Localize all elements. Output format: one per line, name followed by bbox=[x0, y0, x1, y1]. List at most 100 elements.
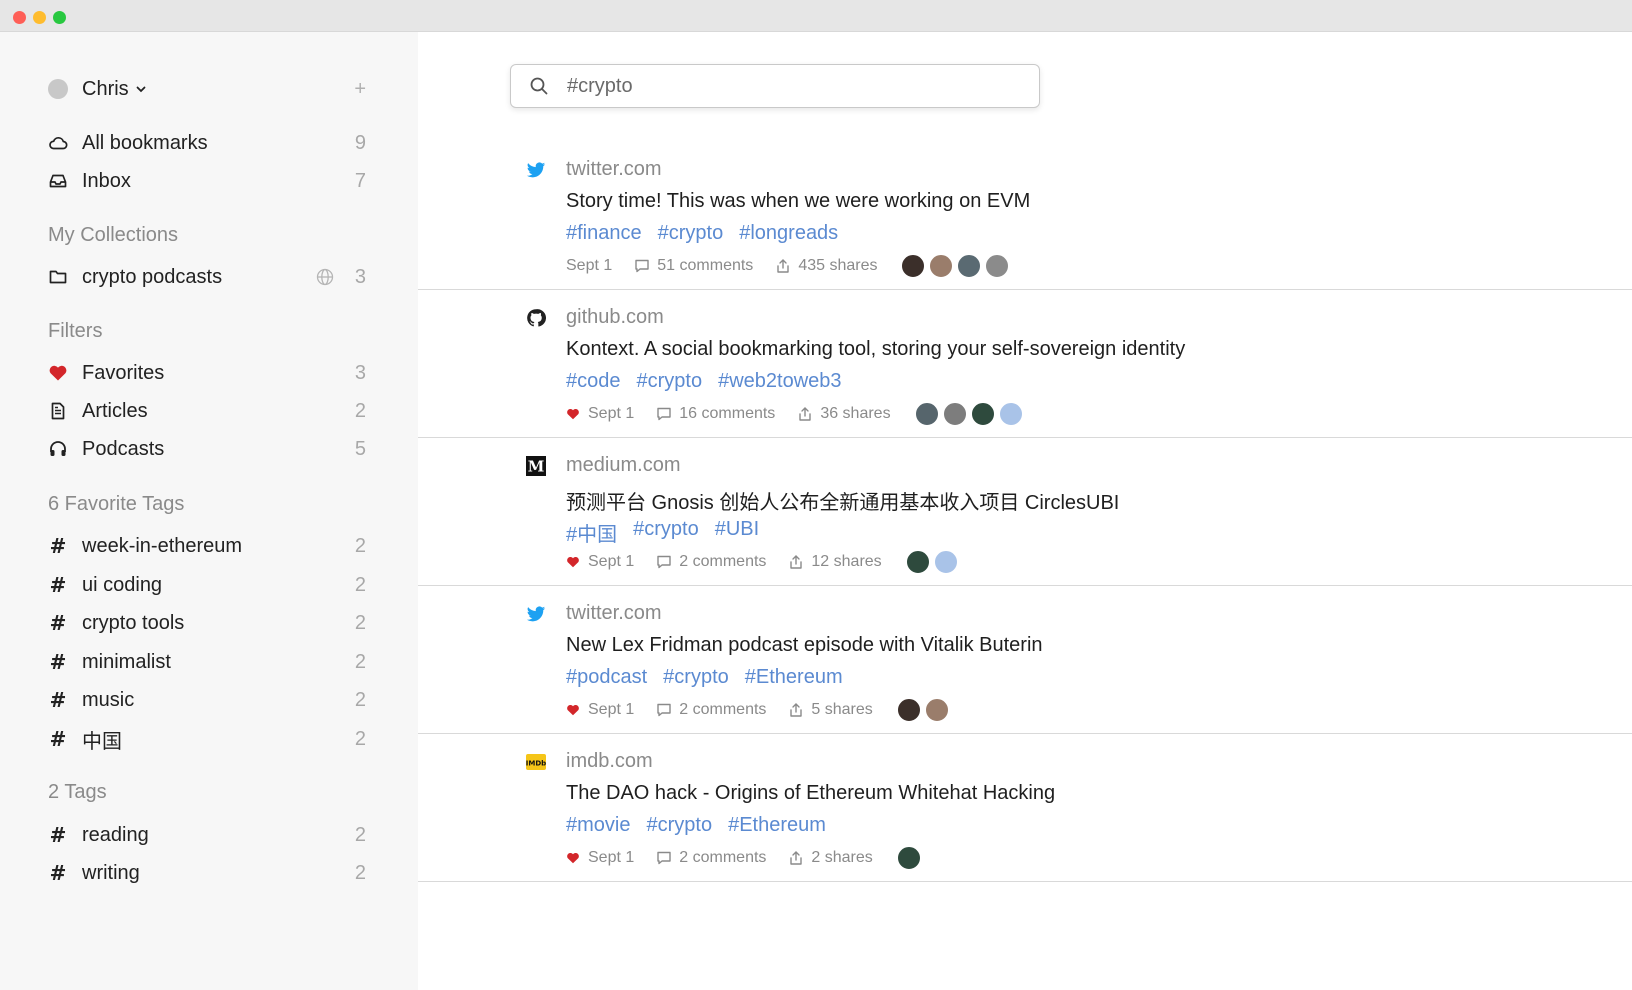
tag-link[interactable]: #中国 bbox=[566, 518, 617, 547]
bookmark-item[interactable]: M medium.com 预测平台 Gnosis 创始人公布全新通用基本收入项目… bbox=[418, 432, 1632, 586]
avatar[interactable] bbox=[998, 402, 1023, 426]
bookmark-title[interactable]: Story time! This was when we were workin… bbox=[566, 190, 1030, 213]
avatar[interactable] bbox=[905, 550, 930, 574]
avatar[interactable] bbox=[896, 698, 921, 722]
avatar-group bbox=[914, 402, 1023, 426]
bookmark-title[interactable]: New Lex Fridman podcast episode with Vit… bbox=[566, 634, 1043, 657]
tag-list: #podcast #crypto #Ethereum bbox=[566, 666, 843, 689]
bookmark-meta: Sept 1 2 comments 5 shares bbox=[566, 698, 949, 722]
shares-link[interactable]: 2 shares bbox=[811, 849, 872, 867]
bookmark-title[interactable]: The DAO hack - Origins of Ethereum White… bbox=[566, 782, 1055, 805]
shares-link[interactable]: 5 shares bbox=[811, 701, 872, 719]
hashtag-icon: # bbox=[49, 611, 67, 635]
sidebar-item-articles[interactable]: Articles 2 bbox=[48, 394, 366, 428]
bookmark-title[interactable]: Kontext. A social bookmarking tool, stor… bbox=[566, 338, 1185, 361]
bookmark-domain[interactable]: twitter.com bbox=[566, 602, 662, 625]
sidebar-item-tag[interactable]: # week-in-ethereum 2 bbox=[48, 529, 366, 563]
avatar[interactable] bbox=[957, 254, 982, 278]
avatar[interactable] bbox=[970, 402, 995, 426]
sidebar-item-tag[interactable]: # reading 2 bbox=[48, 818, 366, 852]
favorite-tags-heading: 6 Favorite Tags bbox=[48, 493, 185, 515]
sidebar-item-tag[interactable]: # crypto tools 2 bbox=[48, 606, 366, 640]
tag-link[interactable]: #UBI bbox=[715, 518, 759, 547]
tag-link[interactable]: #Ethereum bbox=[745, 666, 843, 689]
tag-link[interactable]: #Ethereum bbox=[728, 814, 826, 837]
document-icon bbox=[48, 401, 68, 421]
sidebar-item-tag[interactable]: # ui coding 2 bbox=[48, 568, 366, 602]
avatar[interactable] bbox=[914, 402, 939, 426]
bookmark-item[interactable]: github.com Kontext. A social bookmarking… bbox=[418, 284, 1632, 438]
sidebar-item-favorites[interactable]: Favorites 3 bbox=[48, 356, 366, 390]
tag-link[interactable]: #podcast bbox=[566, 666, 647, 689]
comments-link[interactable]: 51 comments bbox=[657, 257, 753, 275]
tag-link[interactable]: #web2toweb3 bbox=[718, 370, 841, 393]
sidebar-item-tag[interactable]: # music 2 bbox=[48, 683, 366, 717]
avatar[interactable] bbox=[901, 254, 926, 278]
sidebar-item-tag[interactable]: # 中国 2 bbox=[48, 722, 366, 756]
heart-icon[interactable] bbox=[566, 703, 580, 717]
bookmark-item[interactable]: IMDb imdb.com The DAO hack - Origins of … bbox=[418, 728, 1632, 882]
shares-link[interactable]: 435 shares bbox=[798, 257, 877, 275]
share-icon bbox=[788, 554, 804, 570]
bookmark-item[interactable]: twitter.com Story time! This was when we… bbox=[418, 136, 1632, 290]
tag-link[interactable]: #code bbox=[566, 370, 621, 393]
minimize-window-button[interactable] bbox=[33, 11, 46, 24]
sidebar-item-inbox[interactable]: Inbox 7 bbox=[48, 164, 366, 198]
tags-heading: 2 Tags bbox=[48, 781, 107, 803]
tag-link[interactable]: #movie bbox=[566, 814, 630, 837]
tag-link[interactable]: #longreads bbox=[739, 222, 838, 245]
hashtag-icon: # bbox=[49, 823, 67, 847]
avatar[interactable] bbox=[896, 846, 921, 870]
avatar[interactable] bbox=[929, 254, 954, 278]
avatar[interactable] bbox=[985, 254, 1010, 278]
tag-link[interactable]: #crypto bbox=[633, 518, 699, 547]
comments-link[interactable]: 2 comments bbox=[679, 849, 766, 867]
sidebar-item-all-bookmarks[interactable]: All bookmarks 9 bbox=[48, 126, 366, 160]
comments-link[interactable]: 2 comments bbox=[679, 701, 766, 719]
sidebar-item-label: week-in-ethereum bbox=[82, 534, 243, 557]
close-window-button[interactable] bbox=[13, 11, 26, 24]
heart-icon[interactable] bbox=[566, 851, 580, 865]
heart-icon[interactable] bbox=[566, 555, 580, 569]
add-button[interactable]: + bbox=[346, 78, 366, 101]
sidebar-item-count: 2 bbox=[354, 823, 366, 846]
comments-link[interactable]: 16 comments bbox=[679, 405, 775, 423]
avatar[interactable] bbox=[942, 402, 967, 426]
share-icon bbox=[775, 258, 791, 274]
tag-link[interactable]: #finance bbox=[566, 222, 642, 245]
sidebar-item-tag[interactable]: # writing 2 bbox=[48, 856, 366, 890]
comment-icon bbox=[656, 554, 672, 570]
tag-link[interactable]: #crypto bbox=[637, 370, 703, 393]
bookmark-title[interactable]: 预测平台 Gnosis 创始人公布全新通用基本收入项目 CirclesUBI bbox=[566, 486, 1119, 515]
tag-link[interactable]: #crypto bbox=[658, 222, 724, 245]
shares-link[interactable]: 12 shares bbox=[811, 553, 881, 571]
bookmark-domain[interactable]: imdb.com bbox=[566, 750, 653, 773]
bookmark-item[interactable]: twitter.com New Lex Fridman podcast epis… bbox=[418, 580, 1632, 734]
sidebar-item-label: crypto tools bbox=[82, 611, 185, 634]
shares-link[interactable]: 36 shares bbox=[820, 405, 890, 423]
heart-icon[interactable] bbox=[566, 407, 580, 421]
tag-link[interactable]: #crypto bbox=[663, 666, 729, 689]
sidebar-item-podcasts[interactable]: Podcasts 5 bbox=[48, 432, 366, 466]
bookmark-domain[interactable]: twitter.com bbox=[566, 158, 662, 181]
hashtag-icon: # bbox=[49, 650, 67, 674]
comments-link[interactable]: 2 comments bbox=[679, 553, 766, 571]
tag-link[interactable]: #crypto bbox=[646, 814, 712, 837]
hashtag-icon: # bbox=[49, 573, 67, 597]
sidebar-item-crypto-podcasts[interactable]: crypto podcasts 3 bbox=[48, 260, 366, 294]
comment-icon bbox=[656, 850, 672, 866]
bookmark-meta: Sept 1 2 comments 12 shares bbox=[566, 550, 958, 574]
avatar[interactable] bbox=[924, 698, 949, 722]
search-input[interactable] bbox=[567, 74, 1007, 98]
avatar[interactable] bbox=[933, 550, 958, 574]
zoom-window-button[interactable] bbox=[53, 11, 66, 24]
bookmark-domain[interactable]: medium.com bbox=[566, 454, 680, 477]
headphones-icon bbox=[48, 439, 68, 459]
share-icon bbox=[788, 850, 804, 866]
sidebar-item-label: Podcasts bbox=[82, 437, 165, 460]
search-bar[interactable] bbox=[510, 64, 1040, 108]
user-switcher[interactable]: Chris + bbox=[48, 72, 366, 106]
sidebar-item-tag[interactable]: # minimalist 2 bbox=[48, 645, 366, 679]
bookmark-domain[interactable]: github.com bbox=[566, 306, 664, 329]
hashtag-icon: # bbox=[49, 861, 67, 885]
